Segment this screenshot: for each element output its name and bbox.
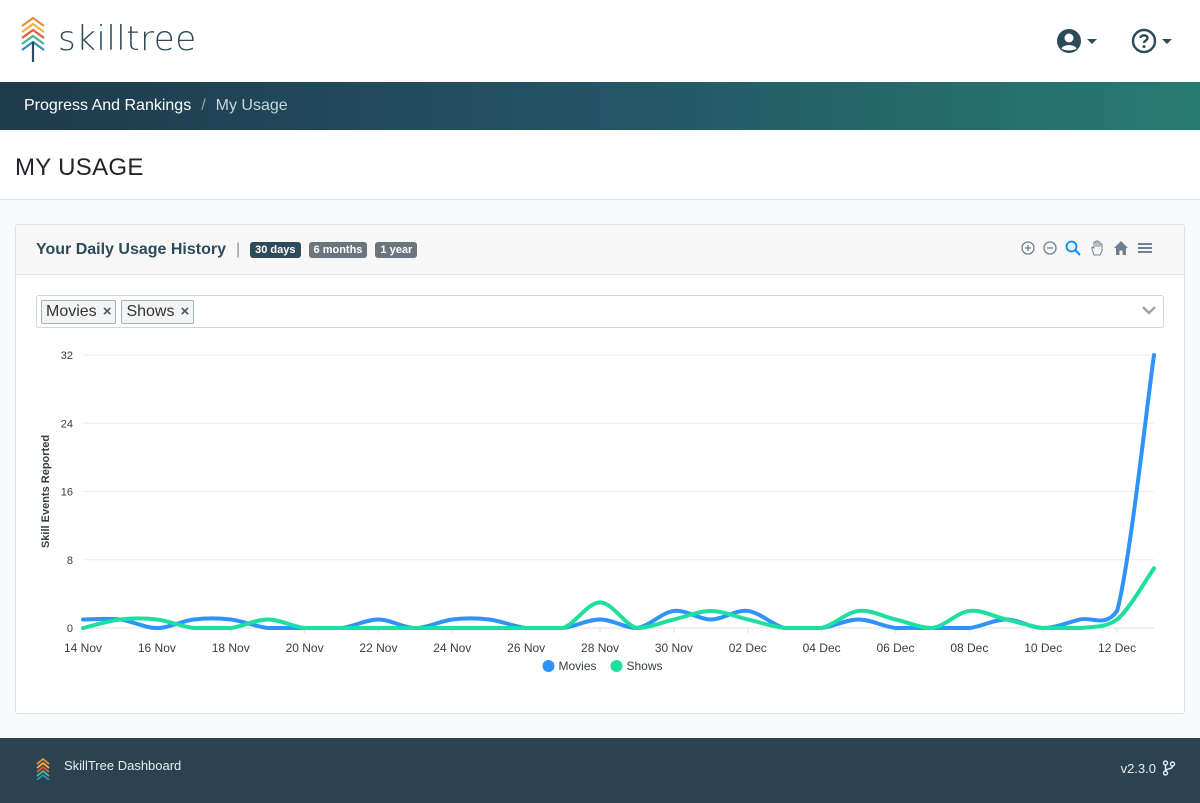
range-1-year-button[interactable]: 1 year [375, 241, 418, 258]
x-tick-label: 16 Nov [138, 641, 176, 655]
legend-marker [610, 660, 623, 672]
x-tick-label: 26 Nov [507, 641, 545, 655]
skilltree-logo[interactable]: skilltree [20, 14, 220, 64]
x-tick-label: 14 Nov [64, 641, 102, 655]
legend-marker [542, 660, 555, 672]
logo-text: skilltree [58, 19, 197, 59]
x-tick-label: 20 Nov [286, 641, 324, 655]
y-tick-label: 8 [67, 555, 73, 567]
user-circle-icon [1057, 29, 1081, 53]
reset-home-icon[interactable] [1112, 239, 1130, 257]
footer-version: v2.3.0 [1121, 760, 1176, 776]
y-tick-label: 16 [61, 487, 73, 499]
footer-brand: SkillTree Dashboard [64, 758, 182, 773]
usage-history-card: Your Daily Usage History | 30 days 6 mon… [15, 224, 1185, 714]
pan-icon[interactable] [1088, 239, 1106, 257]
breadcrumb-my-usage: My Usage [215, 97, 288, 114]
version-label: v2.3.0 [1120, 760, 1156, 776]
user-menu-button[interactable] [1056, 28, 1097, 54]
x-tick-label: 24 Nov [433, 641, 471, 655]
x-tick-label: 18 Nov [212, 641, 250, 655]
tag-label: Movies [46, 302, 97, 320]
zoom-out-icon[interactable] [1042, 240, 1058, 256]
menu-icon[interactable] [1136, 239, 1154, 257]
x-tick-label: 28 Nov [581, 641, 619, 655]
breadcrumb-separator: / [201, 97, 206, 114]
help-menu-button[interactable] [1131, 28, 1172, 54]
y-tick-label: 32 [61, 350, 73, 362]
legend-label: Movies [559, 659, 597, 673]
tag-label: Shows [126, 302, 175, 320]
x-tick-label: 12 Dec [1098, 641, 1136, 655]
git-branch-icon[interactable] [1162, 760, 1176, 776]
legend-label: Shows [627, 659, 663, 673]
footer: SkillTree Dashboard v2.3.0 [0, 738, 1200, 803]
card-title: Your Daily Usage History [36, 240, 226, 258]
selected-tag-movies: Movies × [41, 299, 117, 324]
chart-toolbar [1020, 239, 1154, 257]
usage-line-chart: 0 8 16 24 32 Skill Events Reported 14 Nov 16 No… [40, 350, 1156, 673]
x-tick-label: 08 Dec [950, 641, 988, 655]
title-separator: | [235, 240, 241, 258]
page-title: MY USAGE [15, 154, 144, 181]
remove-tag-icon[interactable]: × [180, 303, 189, 320]
y-tick-label: 24 [61, 418, 73, 430]
selected-tag-shows: Shows × [121, 299, 195, 324]
question-circle-icon [1131, 28, 1157, 54]
x-tick-label: 02 Dec [729, 641, 767, 655]
range-6-months-button[interactable]: 6 months [308, 241, 368, 258]
series-line-shows [81, 566, 1156, 631]
chevron-down-icon[interactable] [1141, 304, 1157, 316]
y-tick-label: 0 [67, 623, 73, 635]
x-tick-label: 22 Nov [359, 641, 397, 655]
selection-zoom-icon[interactable] [1064, 239, 1082, 257]
x-tick-label: 30 Nov [655, 641, 693, 655]
zoom-in-icon[interactable] [1020, 240, 1036, 256]
breadcrumb-progress-and-rankings[interactable]: Progress And Rankings [24, 97, 191, 115]
tree-logo-icon [21, 16, 45, 62]
page-header: MY USAGE [0, 130, 1200, 200]
x-tick-label: 10 Dec [1024, 641, 1062, 655]
chevron-down-icon [1087, 38, 1097, 44]
x-tick-label: 06 Dec [876, 641, 914, 655]
chevron-down-icon [1162, 38, 1172, 44]
breadcrumb: Progress And Rankings / My Usage [0, 82, 1200, 130]
card-header: Your Daily Usage History | 30 days 6 mon… [16, 225, 1184, 275]
remove-tag-icon[interactable]: × [103, 303, 112, 320]
top-navbar: skilltree [0, 0, 1200, 82]
range-30-days-button[interactable]: 30 days [250, 241, 301, 258]
series-multiselect[interactable]: Movies × Shows × [36, 295, 1164, 328]
y-axis-title: Skill Events Reported [40, 435, 52, 548]
footer-logo-icon [36, 758, 50, 780]
x-tick-label: 04 Dec [803, 641, 841, 655]
